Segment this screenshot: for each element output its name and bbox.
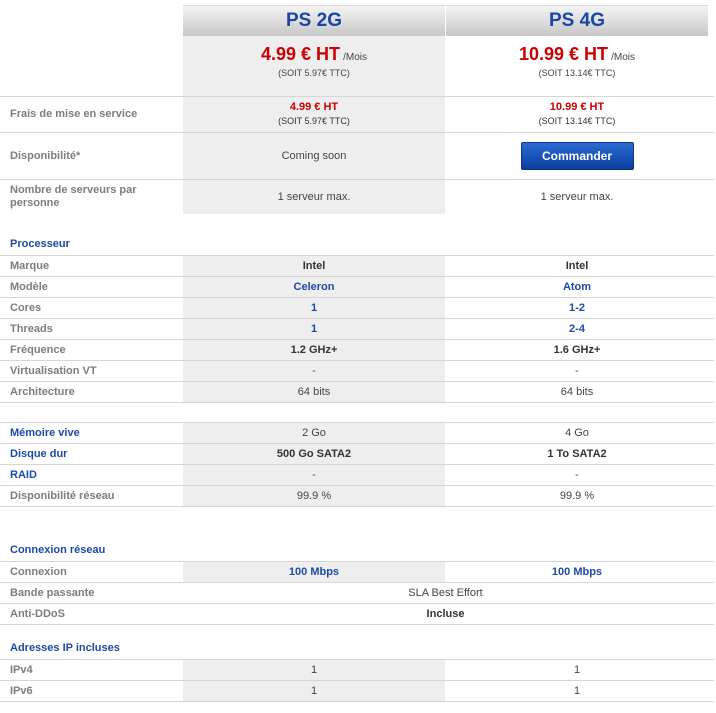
row-value-ps4g: Atom: [562, 281, 592, 293]
row-value-shared: SLA Best Effort: [408, 587, 483, 599]
row-label: IPv4: [10, 663, 33, 676]
row-value-ps4g: 99.9 %: [559, 490, 595, 502]
row-value-ps2g: 1: [183, 681, 445, 701]
price-amount: 4.99 € HT: [260, 44, 341, 64]
setup-fee-ttc: (SOIT 5.97€ TTC): [278, 116, 350, 126]
row-label: Fréquence: [10, 343, 66, 356]
price-unit: /Mois: [611, 52, 636, 63]
row-value-ps4g: 100 Mbps: [551, 566, 603, 578]
setup-fee-ps2g: 4.99 € HT (SOIT 5.97€ TTC): [183, 97, 445, 132]
price-ttc: (SOIT 5.97€ TTC): [278, 68, 350, 78]
row-value-ps2g: 1.2 GHz+: [183, 340, 445, 360]
price-cell-ps4g: 10.99 € HT /Mois (SOIT 13.14€ TTC): [446, 36, 708, 96]
section-title-ips: Adresses IP incluses: [10, 642, 120, 654]
row-value-ps2g: 1: [183, 319, 445, 339]
availability-label: Disponibilité*: [10, 149, 81, 162]
row-label: Mémoire vive: [10, 426, 80, 439]
row-value-ps2g: 2 Go: [183, 423, 445, 443]
servers-ps4g: 1 serveur max.: [540, 191, 614, 203]
row-value-ps4g: 1: [573, 664, 581, 676]
row-label: RAID: [10, 468, 37, 481]
row-value-ps2g: 1: [183, 660, 445, 680]
row-label: Disponibilité réseau: [10, 489, 115, 502]
order-button[interactable]: Commander: [520, 142, 634, 170]
row-label: Marque: [10, 259, 50, 272]
row-label: Bande passante: [10, 586, 95, 599]
row-label: Architecture: [10, 385, 75, 398]
price-amount: 10.99 € HT: [518, 44, 609, 64]
row-label: Threads: [10, 322, 53, 335]
row-value-ps2g: Intel: [183, 256, 445, 276]
row-value-ps4g: 1: [573, 685, 581, 697]
row-value-ps2g: 99.9 %: [183, 486, 445, 506]
row-label: Modèle: [10, 280, 48, 293]
row-label: IPv6: [10, 684, 33, 697]
servers-label: Nombre de serveurs par personne: [10, 184, 137, 209]
row-label: Cores: [10, 301, 42, 314]
row-value-ps2g: 1: [183, 298, 445, 318]
plan-header-ps2g: PS 2G: [183, 5, 445, 36]
row-value-ps2g: -: [183, 465, 445, 485]
plan-header-ps4g: PS 4G: [446, 5, 708, 36]
plan-name: PS 2G: [286, 10, 342, 31]
price-cell-ps2g: 4.99 € HT /Mois (SOIT 5.97€ TTC): [183, 36, 445, 96]
setup-fee-amount: 10.99 € HT: [549, 101, 605, 113]
server-comparison-table: PS 2G PS 4G 4.99 € HT /Mois (SOIT 5.97€ …: [0, 0, 716, 713]
row-value-ps2g: 64 bits: [183, 382, 445, 402]
row-label: Virtualisation VT: [10, 364, 97, 377]
price-ttc: (SOIT 13.14€ TTC): [538, 68, 616, 78]
divider: [0, 624, 714, 625]
row-value-ps4g: 1.6 GHz+: [553, 344, 601, 356]
row-value-ps4g: 64 bits: [560, 386, 594, 398]
availability-ps2g: Coming soon: [183, 133, 445, 179]
setup-fee-label: Frais de mise en service: [10, 108, 138, 120]
row-value-ps4g: 1-2: [569, 302, 585, 314]
divider: [0, 402, 714, 403]
row-label: Connexion: [10, 565, 67, 578]
price-unit: /Mois: [343, 52, 367, 63]
row-value-ps2g: -: [183, 361, 445, 381]
section-title-network: Connexion réseau: [10, 544, 106, 556]
row-value-shared: Incluse: [426, 608, 465, 620]
row-value-ps2g: 500 Go SATA2: [183, 444, 445, 464]
row-value-ps2g: Celeron: [183, 277, 445, 297]
row-value-ps4g: -: [575, 469, 579, 481]
row-label: Anti-DDoS: [10, 607, 65, 620]
setup-fee-ps4g: 10.99 € HT (SOIT 13.14€ TTC): [446, 97, 708, 132]
row-value-ps4g: -: [575, 365, 579, 377]
setup-fee-amount: 4.99 € HT: [289, 101, 339, 113]
row-value-ps4g: Intel: [565, 260, 589, 272]
servers-ps2g: 1 serveur max.: [183, 180, 445, 214]
availability-ps4g: Commander: [446, 133, 708, 179]
setup-fee-ttc: (SOIT 13.14€ TTC): [538, 116, 616, 126]
plan-name: PS 4G: [549, 10, 605, 31]
row-value-ps4g: 1 To SATA2: [547, 448, 607, 460]
row-value-ps4g: 2-4: [569, 323, 585, 335]
row-label: Disque dur: [10, 447, 68, 460]
section-title-processor: Processeur: [10, 238, 70, 250]
divider: [0, 506, 714, 507]
divider: [0, 701, 714, 702]
row-value-ps4g: 4 Go: [565, 427, 589, 439]
row-value-ps2g: 100 Mbps: [183, 562, 445, 582]
